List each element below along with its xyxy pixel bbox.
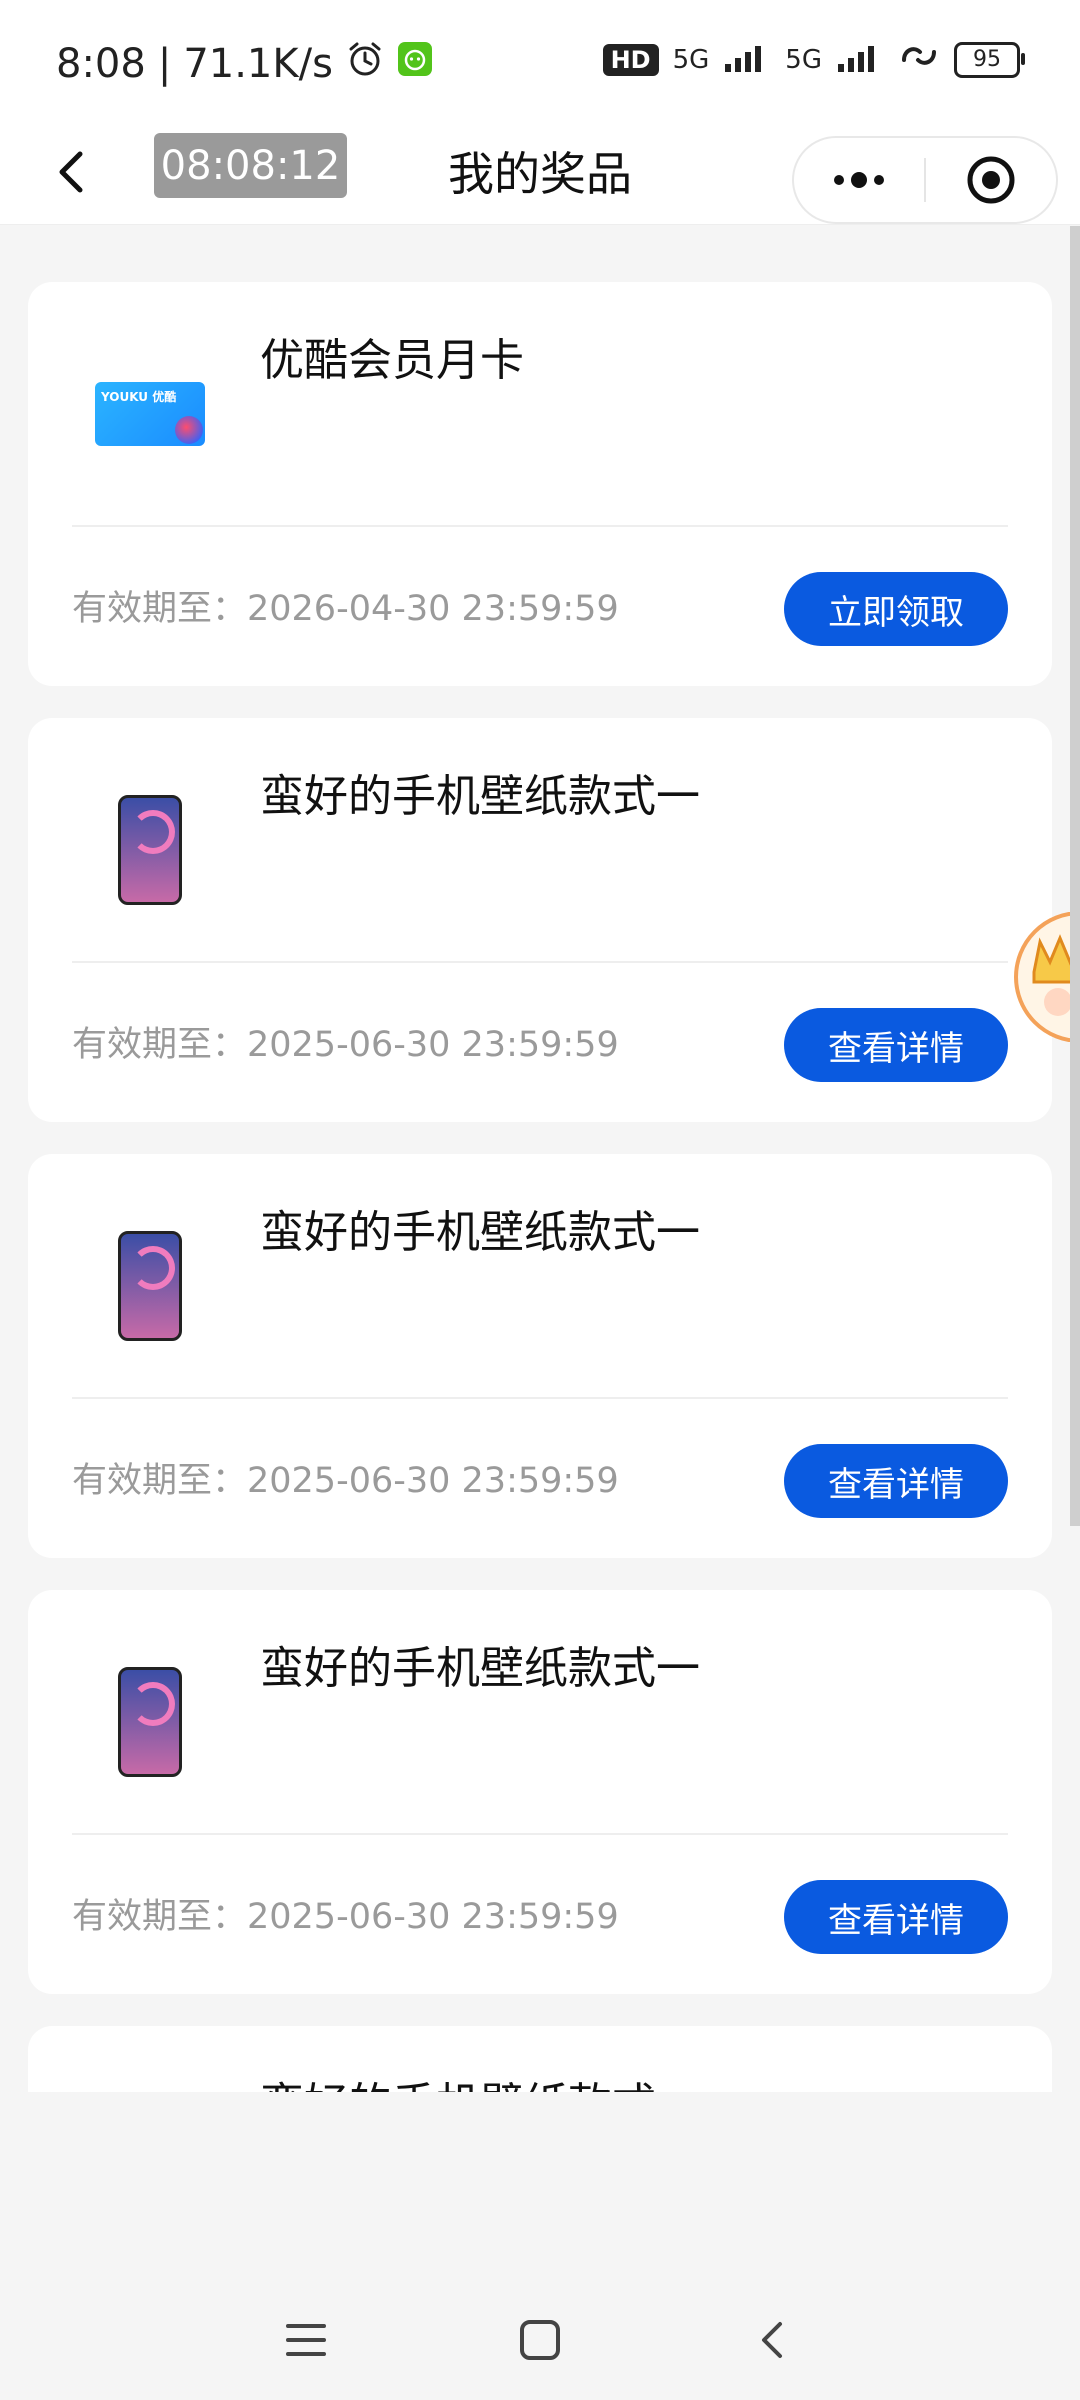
signal-5g-label-2: 5G: [785, 44, 822, 75]
card-divider: [72, 525, 1008, 527]
claim-button[interactable]: 立即领取: [784, 572, 1008, 646]
phone-wallpaper-icon: [118, 1667, 182, 1777]
prize-expiry: 有效期至：2026-04-30 23:59:59: [72, 589, 619, 629]
prize-image: [88, 788, 212, 912]
view-details-button[interactable]: 查看详情: [784, 1880, 1008, 1954]
signal-5g-label-1: 5G: [672, 44, 710, 75]
prize-name: 优酷会员月卡: [260, 335, 524, 386]
square-home-icon: [520, 2320, 560, 2360]
battery-indicator: 95: [954, 41, 1025, 78]
target-close-icon: [967, 156, 1015, 204]
card-divider: [72, 1397, 1008, 1399]
more-button[interactable]: [794, 138, 924, 222]
hd-badge: HD: [602, 43, 659, 76]
close-button[interactable]: [926, 138, 1056, 222]
app-notification-icon: [397, 41, 433, 87]
prize-list[interactable]: YOUKU 优酷 优酷会员月卡 有效期至：2026-04-30 23:59:59…: [0, 226, 1080, 2092]
home-button[interactable]: [500, 2300, 580, 2380]
prize-image: [88, 1224, 212, 1348]
prize-name: 蛮好的手机壁纸款式一: [260, 2068, 700, 2092]
link-icon: [898, 38, 940, 81]
prize-card: YOUKU 优酷 优酷会员月卡 有效期至：2026-04-30 23:59:59…: [28, 282, 1052, 686]
prize-name: 蛮好的手机壁纸款式一: [260, 771, 700, 822]
prize-card: 蛮好的手机壁纸款式一: [28, 2026, 1052, 2092]
phone-wallpaper-icon: [118, 795, 182, 905]
status-bar: 8:08 | 71.1K/s HD 5G 5G 95: [0, 0, 1080, 120]
status-separator: |: [157, 41, 172, 87]
card-divider: [72, 1833, 1008, 1835]
prize-expiry: 有效期至：2025-06-30 23:59:59: [72, 1025, 619, 1065]
view-details-button[interactable]: 查看详情: [784, 1008, 1008, 1082]
prize-name: 蛮好的手机壁纸款式一: [260, 1207, 700, 1258]
prize-card: 蛮好的手机壁纸款式一 有效期至：2025-06-30 23:59:59 查看详情: [28, 718, 1052, 1122]
prize-image: YOUKU 优酷: [88, 352, 212, 476]
miniprogram-capsule: [792, 136, 1058, 224]
alarm-icon: [345, 39, 385, 89]
navigation-bar: 08:08:12 我的奖品: [0, 120, 1080, 225]
network-speed: 71.1K/s: [183, 41, 333, 87]
prize-image: [88, 1660, 212, 1784]
prize-expiry: 有效期至：2025-06-30 23:59:59: [72, 1897, 619, 1937]
menu-lines-icon: [286, 2324, 326, 2356]
menu-button[interactable]: [266, 2300, 346, 2380]
system-back-button[interactable]: [734, 2300, 814, 2380]
system-nav-bar: [0, 2092, 1080, 2400]
status-left: 8:08 | 71.1K/s: [56, 36, 433, 92]
status-time: 8:08: [56, 41, 146, 87]
phone-wallpaper-icon: [118, 1231, 182, 1341]
prize-card: 蛮好的手机壁纸款式一 有效期至：2025-06-30 23:59:59 查看详情: [28, 1154, 1052, 1558]
prize-expiry: 有效期至：2025-06-30 23:59:59: [72, 1461, 619, 1501]
youku-logo: YOUKU 优酷: [101, 390, 177, 404]
status-right: HD 5G 5G 95: [602, 38, 1025, 81]
chevron-back-icon: [762, 2322, 782, 2358]
card-divider: [72, 961, 1008, 963]
youku-card-blob: [175, 416, 203, 444]
scrollbar[interactable]: [1070, 226, 1080, 1526]
prize-name: 蛮好的手机壁纸款式一: [260, 1643, 700, 1694]
youku-card-icon: YOUKU 优酷: [95, 382, 205, 446]
signal-icon-2: [836, 38, 884, 81]
view-details-button[interactable]: 查看详情: [784, 1444, 1008, 1518]
more-dots-icon: [834, 172, 884, 188]
signal-icon-1: [723, 38, 771, 81]
prize-card: 蛮好的手机壁纸款式一 有效期至：2025-06-30 23:59:59 查看详情: [28, 1590, 1052, 1994]
